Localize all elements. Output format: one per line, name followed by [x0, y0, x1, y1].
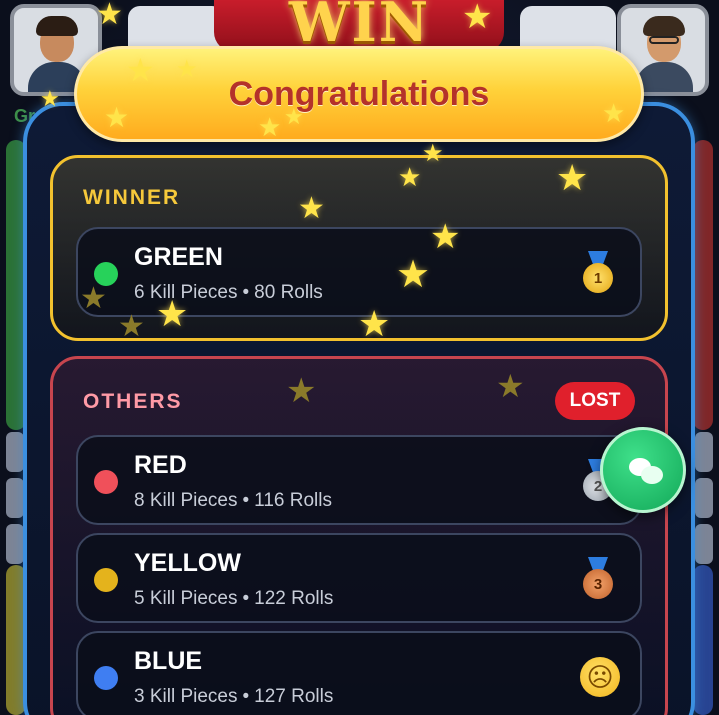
player-name: RED: [134, 451, 187, 479]
star-icon: ★: [556, 157, 589, 198]
chat-bubbles-icon: [641, 466, 663, 484]
roll-count: 122 Rolls: [254, 588, 334, 609]
roll-count: 80 Rolls: [254, 282, 323, 303]
player-name: GREEN: [134, 243, 223, 271]
kill-count: 5 Kill Pieces: [134, 588, 238, 609]
blue-player-dot: [94, 666, 118, 690]
player-card-yellow[interactable]: YELLOW 5 Kill Pieces • 122 Rolls 3: [76, 533, 642, 623]
star-icon: ★: [40, 86, 60, 111]
separator: •: [242, 588, 250, 609]
board-cell: [695, 478, 713, 518]
star-icon: ★: [104, 102, 130, 133]
star-icon: ★: [126, 52, 155, 88]
separator: •: [242, 686, 250, 707]
star-icon: ★: [602, 98, 626, 128]
star-icon: ★: [462, 0, 493, 36]
star-icon: ★: [358, 303, 391, 344]
separator: •: [242, 490, 250, 511]
player-stats: 8 Kill Pieces • 116 Rolls: [134, 490, 332, 512]
star-icon: ★: [396, 254, 431, 296]
winner-section-title: WINNER: [83, 186, 181, 209]
roll-count: 116 Rolls: [254, 490, 332, 511]
kill-count: 8 Kill Pieces: [134, 490, 238, 511]
star-icon: ★: [422, 140, 444, 167]
star-icon: ★: [430, 218, 461, 256]
star-icon: ★: [258, 112, 282, 142]
congratulations-title: Congratulations: [228, 74, 490, 113]
others-section-title: OTHERS: [83, 390, 183, 413]
star-icon: ★: [286, 372, 317, 410]
board-cell: [695, 524, 713, 564]
player-stats: 3 Kill Pieces • 127 Rolls: [134, 686, 333, 708]
board-cell: [6, 432, 24, 472]
star-icon: ★: [496, 368, 525, 404]
kill-count: 3 Kill Pieces: [134, 686, 238, 707]
board-strip-red: [693, 140, 713, 430]
chat-button[interactable]: [600, 427, 686, 513]
star-icon: ★: [118, 310, 145, 343]
bronze-medal-icon: 3: [578, 557, 618, 601]
roll-count: 127 Rolls: [254, 686, 334, 707]
crying-face-icon: ☹: [580, 657, 620, 697]
yellow-player-dot: [94, 568, 118, 592]
player-name: YELLOW: [134, 549, 241, 577]
star-icon: ★: [176, 56, 198, 83]
board-cell: [695, 432, 713, 472]
player-stats: 5 Kill Pieces • 122 Rolls: [134, 588, 333, 610]
star-icon: ★: [398, 162, 422, 192]
separator: •: [242, 282, 250, 303]
player-name: BLUE: [134, 647, 203, 675]
board-cell: [6, 478, 24, 518]
star-icon: ★: [156, 293, 189, 334]
star-icon: ★: [96, 0, 123, 31]
player-card-blue[interactable]: BLUE 3 Kill Pieces • 127 Rolls ☹: [76, 631, 642, 715]
player-card-red[interactable]: RED 8 Kill Pieces • 116 Rolls 2: [76, 435, 642, 525]
red-player-dot: [94, 470, 118, 494]
star-icon: ★: [298, 192, 325, 225]
lost-badge: LOST: [555, 382, 635, 420]
star-icon: ★: [80, 282, 107, 315]
gold-medal-icon: 1: [578, 251, 618, 295]
congratulations-banner: Congratulations: [74, 46, 644, 142]
board-strip-blue: [693, 565, 713, 715]
board-cell: [6, 524, 24, 564]
star-icon: ★: [284, 104, 304, 129]
